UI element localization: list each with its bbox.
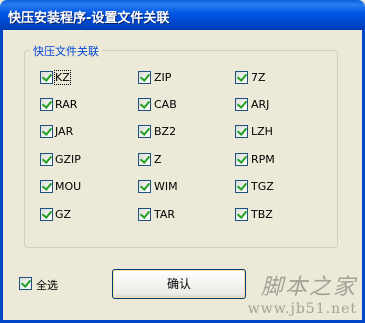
checkbox-label-wim[interactable]: WIM xyxy=(154,180,178,193)
checkbox-mou[interactable] xyxy=(40,180,53,193)
checkbox-label-rpm[interactable]: RPM xyxy=(251,153,275,166)
checkbox-tgz[interactable] xyxy=(235,180,248,193)
checkbox-label-zip[interactable]: ZIP xyxy=(154,71,171,84)
checkbox-label-z[interactable]: Z xyxy=(154,153,162,166)
window-title: 快压安装程序-设置文件关联 xyxy=(8,11,170,26)
file-association-group xyxy=(24,50,338,248)
title-bar[interactable]: 快压安装程序-设置文件关联 xyxy=(0,0,365,30)
checkbox-tbz[interactable] xyxy=(235,208,248,221)
checkbox-wim[interactable] xyxy=(138,180,151,193)
checkbox-kz[interactable] xyxy=(40,71,53,84)
confirm-button[interactable]: 确认 xyxy=(112,269,246,299)
checkbox-label-kz[interactable]: KZ xyxy=(54,70,71,85)
checkbox-lzh[interactable] xyxy=(235,125,248,138)
checkbox-gzip[interactable] xyxy=(40,153,53,166)
watermark: 脚本之家 www.jb51.net xyxy=(248,269,357,317)
checkbox-rpm[interactable] xyxy=(235,153,248,166)
checkbox-label-jar[interactable]: JAR xyxy=(55,125,73,138)
checkbox-rar[interactable] xyxy=(40,98,53,111)
select-all-checkbox[interactable] xyxy=(19,277,32,290)
checkbox-tar[interactable] xyxy=(138,208,151,221)
checkbox-label-arj[interactable]: ARJ xyxy=(251,98,269,111)
checkbox-7z[interactable] xyxy=(235,71,248,84)
watermark-line2: www.jb51.net xyxy=(247,301,357,317)
group-label: 快压文件关联 xyxy=(30,43,102,59)
select-all-label[interactable]: 全选 xyxy=(36,277,58,293)
watermark-line1: 脚本之家 xyxy=(260,275,357,300)
checkbox-label-tgz[interactable]: TGZ xyxy=(251,180,274,193)
checkbox-label-7z[interactable]: 7Z xyxy=(251,71,266,84)
checkbox-bz2[interactable] xyxy=(138,125,151,138)
checkbox-label-gz[interactable]: GZ xyxy=(55,208,71,221)
checkbox-label-gzip[interactable]: GZIP xyxy=(55,153,81,166)
checkbox-arj[interactable] xyxy=(235,98,248,111)
checkbox-label-tbz[interactable]: TBZ xyxy=(251,208,273,221)
checkbox-label-rar[interactable]: RAR xyxy=(55,98,77,111)
checkbox-zip[interactable] xyxy=(138,71,151,84)
checkbox-jar[interactable] xyxy=(40,125,53,138)
window-frame-left xyxy=(0,30,3,323)
checkbox-label-cab[interactable]: CAB xyxy=(154,98,177,111)
checkbox-z[interactable] xyxy=(138,153,151,166)
checkbox-label-lzh[interactable]: LZH xyxy=(251,125,273,138)
checkbox-label-tar[interactable]: TAR xyxy=(154,208,175,221)
checkbox-gz[interactable] xyxy=(40,208,53,221)
checkbox-label-mou[interactable]: MOU xyxy=(55,180,81,193)
checkbox-label-bz2[interactable]: BZ2 xyxy=(154,125,176,138)
checkbox-cab[interactable] xyxy=(138,98,151,111)
